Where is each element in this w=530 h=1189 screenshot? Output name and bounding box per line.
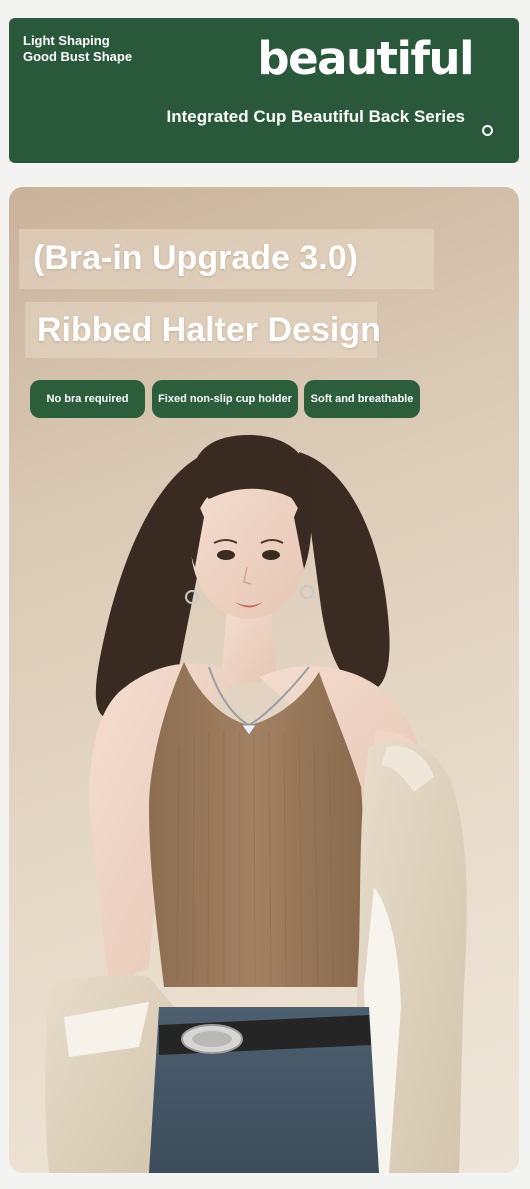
brand-logo-text: beautiful [257,32,474,85]
tagline: Light Shaping Good Bust Shape [23,33,133,64]
product-card: (Bra-in Upgrade 3.0) Ribbed Halter Desig… [9,187,519,1173]
feature-pill-no-bra: No bra required [30,380,145,418]
header-banner: Light Shaping Good Bust Shape beautiful … [9,18,519,163]
feature-pill-cup-holder: Fixed non-slip cup holder [152,380,298,418]
series-title: Integrated Cup Beautiful Back Series [166,107,465,126]
headline-design: Ribbed Halter Design [37,311,381,349]
ring-icon [482,125,493,136]
headline-upgrade: (Bra-in Upgrade 3.0) [33,239,358,277]
feature-pill-breathable: Soft and breathable [304,380,420,418]
